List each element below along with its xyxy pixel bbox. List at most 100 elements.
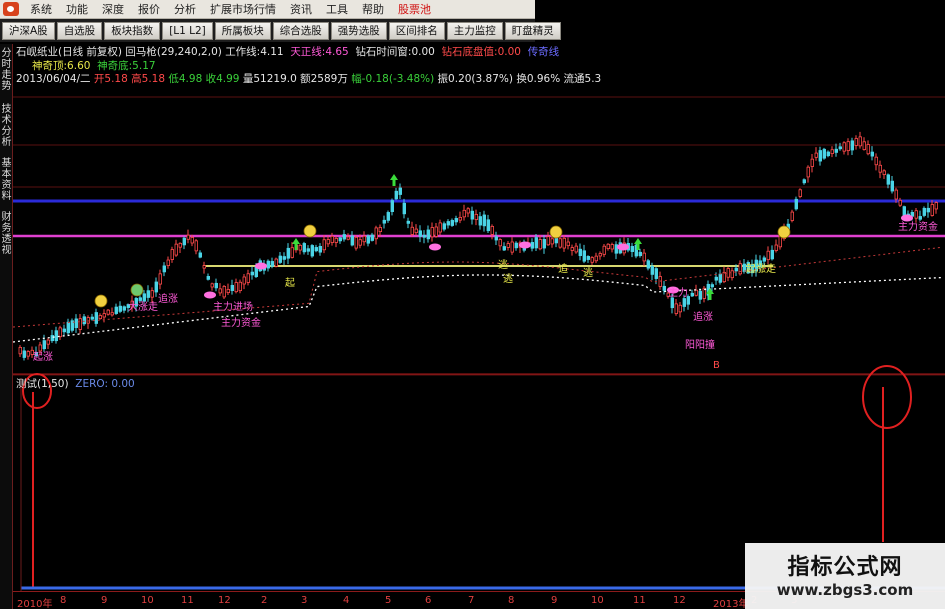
candle-body	[286, 247, 290, 259]
tb-hushen-a[interactable]: 沪深A股	[2, 21, 55, 40]
candle-body	[714, 276, 718, 281]
candle-body	[530, 242, 534, 249]
up-arrow-icon	[390, 174, 398, 186]
candle-body	[674, 303, 678, 314]
candle-body	[822, 148, 826, 159]
candle-body	[774, 244, 778, 251]
tb-strong-pick[interactable]: 强势选股	[330, 21, 387, 40]
tb-level[interactable]: [L1 L2]	[162, 21, 213, 40]
candle-body	[894, 189, 898, 200]
candle-body	[158, 273, 162, 285]
menu-depth[interactable]: 深度	[95, 1, 131, 17]
chart-annotation: 起涨走	[746, 263, 776, 275]
candle-body	[506, 243, 510, 248]
candle-body	[654, 268, 658, 279]
candle-body	[718, 273, 722, 283]
menu-help[interactable]: 帮助	[355, 1, 391, 17]
menu-extended-market[interactable]: 扩展市场行情	[203, 1, 283, 17]
candle-body	[414, 228, 418, 234]
candle-body	[498, 239, 502, 247]
candle-body	[86, 317, 90, 324]
candle-body	[534, 237, 538, 249]
tb-range-rank[interactable]: 区间排名	[388, 21, 445, 40]
candle-body	[814, 152, 818, 158]
time-axis-label: 10	[591, 595, 604, 606]
candle-body	[214, 282, 218, 289]
menu-news[interactable]: 资讯	[283, 1, 319, 17]
tb-owning-sector[interactable]: 所属板块	[214, 21, 271, 40]
candle-body	[762, 257, 766, 262]
candle-body	[810, 158, 814, 167]
candle-body	[482, 214, 486, 227]
candle-body	[298, 244, 302, 251]
tb-watch-sprite[interactable]: 盯盘精灵	[504, 21, 561, 40]
time-axis-label: 10	[141, 595, 154, 606]
candle-body	[362, 235, 366, 243]
candle-body	[662, 285, 666, 291]
chart-annotation: 主力进场	[213, 300, 253, 313]
candle-body	[110, 312, 114, 316]
candle-body	[862, 141, 866, 150]
candle-body	[850, 140, 854, 151]
candle-body	[538, 239, 542, 250]
pink-marker-icon	[901, 214, 913, 222]
candle-body	[150, 290, 154, 298]
tb-watchlist[interactable]: 自选股	[56, 21, 103, 40]
candle-body	[166, 259, 170, 266]
candle-body	[878, 164, 882, 173]
tb-main-force[interactable]: 主力监控	[446, 21, 503, 40]
candle-body	[802, 179, 806, 184]
candle-body	[358, 239, 362, 246]
candle-body	[398, 187, 402, 195]
time-axis-label: 11	[181, 595, 194, 606]
candle-body	[710, 284, 714, 288]
candle-body	[882, 170, 886, 175]
candle-body	[226, 289, 230, 294]
menu-analysis[interactable]: 分析	[167, 1, 203, 17]
candle-body	[734, 267, 738, 272]
candle-body	[386, 212, 390, 221]
kline-chart[interactable]: 起涨大涨走追涨主力进场主力资金起逃逃追 逃主力追涨起涨走阳阳撞主力资金B	[13, 42, 945, 591]
candle-body	[798, 189, 802, 197]
menu-function[interactable]: 功能	[59, 1, 95, 17]
vtab-financial[interactable]: 财务透视	[1, 212, 12, 256]
candle-body	[650, 265, 654, 275]
menu-tools[interactable]: 工具	[319, 1, 355, 17]
vtab-technical[interactable]: 技术分析	[1, 104, 12, 148]
candle-body	[242, 276, 246, 285]
candle-body	[646, 260, 650, 269]
chart-annotation: 主力资金	[898, 220, 938, 233]
candle-body	[678, 304, 682, 313]
candle-body	[174, 243, 178, 256]
candle-body	[382, 219, 386, 224]
candle-body	[570, 247, 574, 251]
tb-composite-pick[interactable]: 综合选股	[272, 21, 329, 40]
candle-body	[558, 238, 562, 248]
candle-body	[614, 244, 618, 254]
candle-body	[574, 245, 578, 253]
vtab-fundamentals[interactable]: 基本资料	[1, 158, 12, 202]
candle-body	[770, 249, 774, 260]
candle-body	[434, 226, 438, 237]
chart-annotation: 大涨走	[128, 300, 158, 313]
candle-body	[470, 210, 474, 220]
candle-body	[670, 297, 674, 309]
menu-quote[interactable]: 报价	[131, 1, 167, 17]
time-axis-label: 12	[218, 595, 231, 606]
candle-body	[26, 351, 30, 357]
menu-stock-pool[interactable]: 股票池	[391, 1, 438, 17]
menu-system[interactable]: 系统	[23, 1, 59, 17]
zero-value: 0.00	[111, 378, 135, 390]
candle-body	[930, 204, 934, 216]
chart-annotation: 追	[558, 262, 568, 275]
candle-body	[18, 346, 22, 355]
candle-body	[58, 327, 62, 338]
candle-body	[366, 235, 370, 244]
candle-body	[114, 306, 118, 314]
candle-body	[602, 245, 606, 255]
candle-body	[250, 271, 254, 276]
tb-sector-index[interactable]: 板块指数	[104, 21, 161, 40]
candle-body	[454, 218, 458, 223]
candle-body	[590, 257, 594, 263]
vtab-intraday[interactable]: 分时走势	[1, 48, 12, 92]
